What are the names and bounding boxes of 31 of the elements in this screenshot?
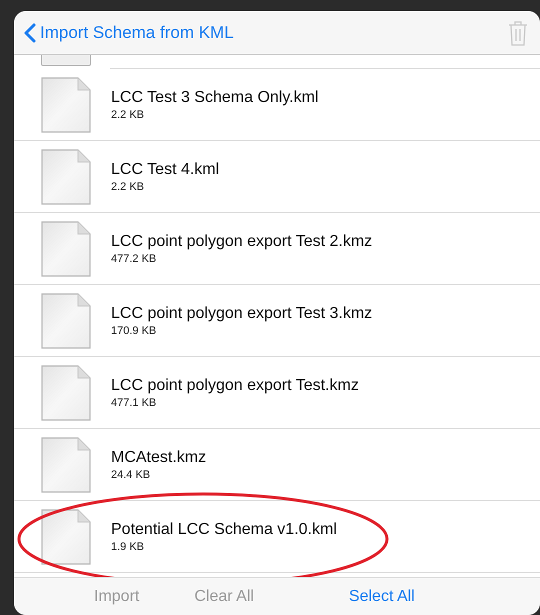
file-row[interactable]: LCC point polygon export Test 3.kmz 170.9 KB: [14, 285, 540, 357]
file-name: LCC Test 3 Schema Only.kml: [111, 88, 318, 106]
file-size: 477.1 KB: [111, 396, 158, 408]
file-row[interactable]: Potential LCC Schema v1.0.kml 1.9 KB: [14, 501, 540, 573]
file-name: MCAtest.kmz: [111, 448, 206, 466]
file-row[interactable]: LCC Test 3 Schema Only.kml 2.2 KB: [14, 69, 540, 141]
file-size: 170.9 KB: [111, 324, 158, 336]
document-icon: [41, 148, 91, 204]
document-icon: [41, 364, 91, 420]
document-icon: [41, 436, 91, 492]
file-size: 24.4 KB: [111, 468, 152, 480]
file-size: 1.9 KB: [111, 540, 146, 552]
document-icon: [41, 76, 91, 132]
file-row[interactable]: LCC Test 4.kml 2.2 KB: [14, 141, 540, 213]
file-name: Potential LCC Schema v1.0.kml: [111, 520, 337, 538]
file-row[interactable]: LCC point polygon export Test.kmz 477.1 KB: [14, 357, 540, 429]
file-size: 477.2 KB: [111, 252, 158, 264]
file-size: 2.2 KB: [111, 180, 146, 192]
document-icon: [41, 220, 91, 276]
file-name: LCC point polygon export Test 3.kmz: [111, 304, 372, 322]
document-icon: [41, 292, 91, 348]
toolbar-button[interactable]: Select All: [348, 588, 415, 606]
back-button[interactable]: Import Schema from KML: [24, 22, 234, 42]
document-icon: [41, 508, 91, 564]
file-row[interactable]: MCAtest.kmz 24.4 KB: [14, 429, 540, 501]
back-chevron-icon: [24, 22, 36, 42]
file-name: LCC Test 4.kml: [111, 160, 220, 178]
file-row[interactable]: LCC point polygon export Test 2.kmz 477.2 KB: [14, 213, 540, 285]
file-size: 2.2 KB: [111, 108, 146, 120]
file-name: LCC point polygon export Test.kmz: [111, 376, 359, 394]
file-name: LCC point polygon export Test 2.kmz: [111, 232, 372, 250]
